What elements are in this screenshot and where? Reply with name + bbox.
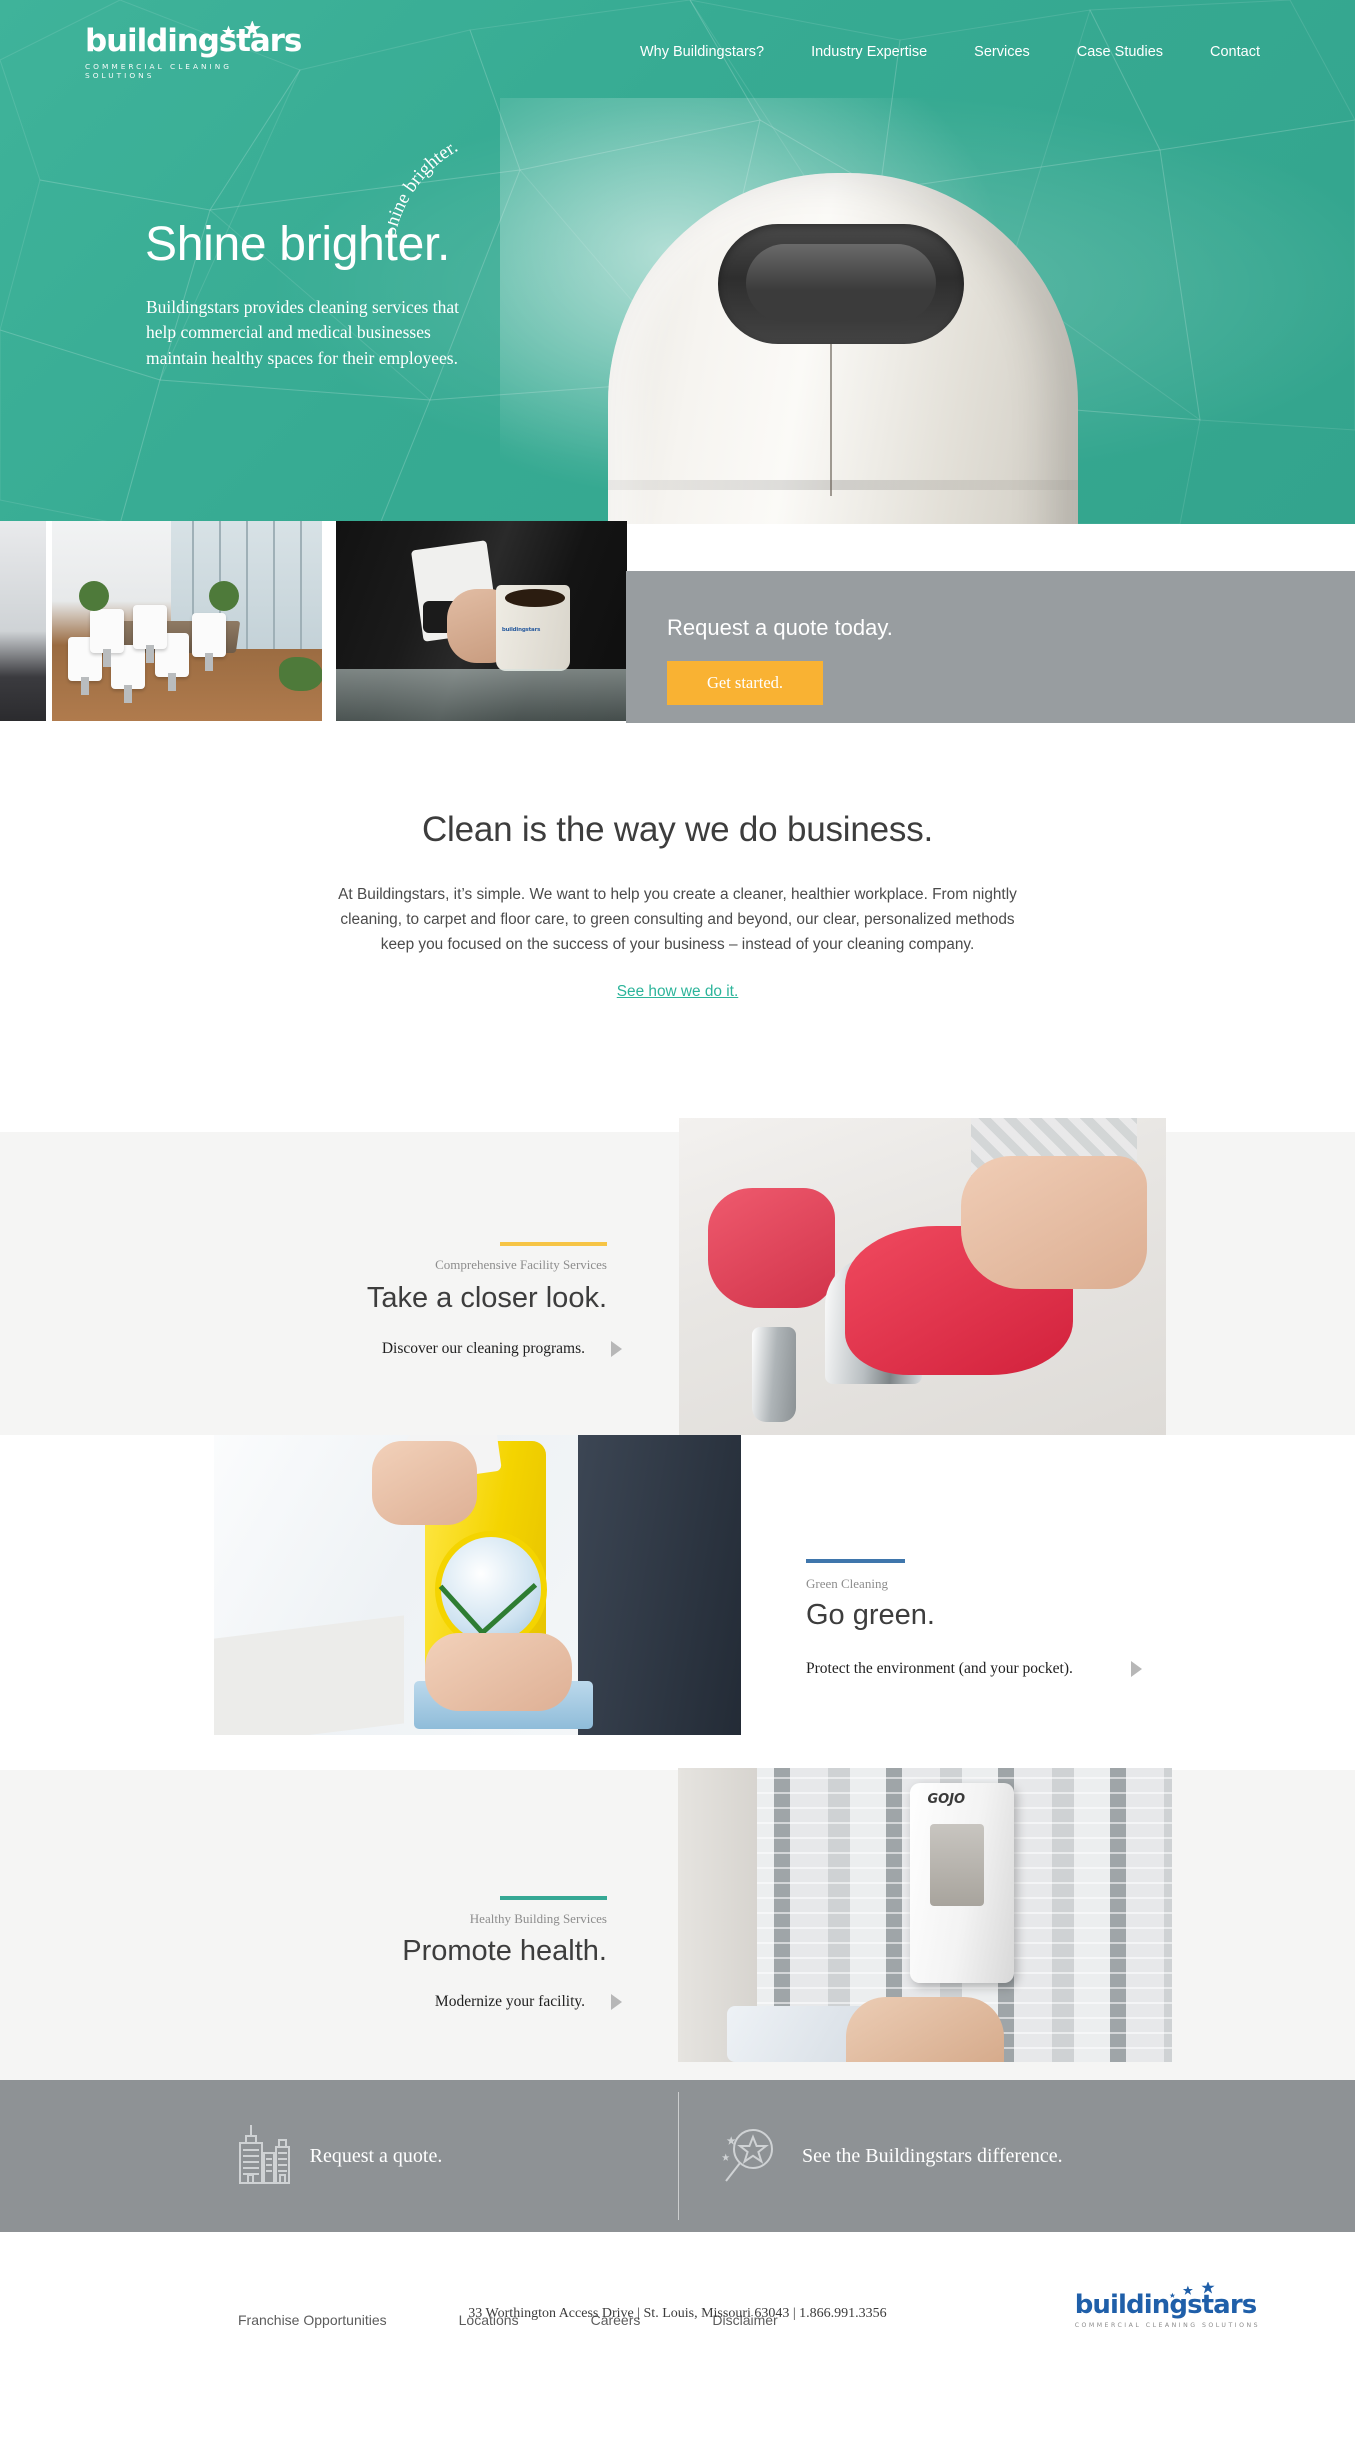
feature-link[interactable]: Modernize your facility. [300, 1993, 585, 2011]
trash-can-band [608, 480, 1078, 490]
magnifier-star-icon [721, 2129, 773, 2182]
footer-logo-tagline: COMMERCIAL CLEANING SOLUTIONS [1074, 2322, 1260, 2329]
hand-top [372, 1441, 478, 1525]
mug-logo-text: buildingstars [501, 627, 541, 633]
hand [961, 1156, 1147, 1290]
top-navigation: buildingstars COMMERCIAL CLEANING SOLUTI… [0, 0, 1355, 110]
feature-title: Promote health. [402, 1935, 607, 1967]
request-quote-banner: Request a quote today. Get started. [626, 571, 1355, 723]
nav-item-services[interactable]: Services [974, 44, 1030, 60]
feature-title: Take a closer look. [366, 1282, 607, 1314]
logo-tagline: COMMERCIAL CLEANING SOLUTIONS [85, 62, 232, 80]
faucet-tap [752, 1327, 796, 1423]
quote-banner-heading: Request a quote today. [667, 615, 893, 640]
feature-block-facility-services: Comprehensive Facility Services Take a c… [0, 1118, 1355, 1435]
feature-rule [500, 1242, 607, 1246]
coffee-surface [504, 589, 565, 607]
feature-rule [806, 1559, 905, 1563]
feature-kicker: Green Cleaning [806, 1576, 888, 1591]
page-root: Shine brighter. buildingstars COMMERCIAL… [0, 0, 1355, 2438]
cta-band: Request a quote. See the Buildingstars d… [0, 2080, 1355, 2232]
feature-arrow-icon[interactable] [611, 1341, 622, 1357]
feature-link[interactable]: Protect the environment (and your pocket… [806, 1660, 1073, 1678]
nav-links: Why Buildingstars? Industry Expertise Se… [593, 44, 1260, 60]
cta-label: Request a quote. [309, 2144, 443, 2167]
nav-item-case-studies[interactable]: Case Studies [1077, 44, 1163, 60]
feature-link[interactable]: Discover our cleaning programs. [300, 1340, 585, 1358]
feature-arrow-icon[interactable] [611, 1994, 622, 2010]
hero-product-image [500, 98, 1120, 524]
feature-block-green-cleaning: Green Cleaning Go green. Protect the env… [0, 1435, 1355, 1770]
feature-kicker: Healthy Building Services [469, 1911, 607, 1926]
hero-paragraph: Buildingstars provides cleaning services… [146, 296, 459, 369]
conference-room-image [52, 521, 322, 721]
get-started-button[interactable]: Get started. [667, 661, 823, 705]
feature-image-green-seal [214, 1435, 741, 1735]
feature-image-faucet [679, 1118, 1166, 1435]
feature-arrow-icon[interactable] [1131, 1661, 1142, 1677]
footer-logo-stars-icon [1169, 2282, 1215, 2298]
intro-heading: Clean is the way we do business. [421, 810, 934, 849]
cta-label: See the Buildingstars difference. [802, 2144, 1063, 2167]
nav-item-industry-expertise[interactable]: Industry Expertise [811, 44, 927, 60]
buildings-icon [238, 2125, 290, 2184]
footer-address: 33 Worthington Access Drive | St. Louis,… [468, 2306, 887, 2321]
feature-title: Go green. [806, 1599, 935, 1631]
hero-heading: Shine brighter. [145, 218, 451, 272]
header-logo[interactable]: buildingstars COMMERCIAL CLEANING SOLUTI… [85, 21, 302, 80]
intro-paragraph: At Buildingstars, it’s simple. We want t… [338, 886, 1017, 954]
trash-can-lid-inner [746, 244, 936, 322]
person-shirt [577, 1435, 741, 1735]
red-cloth-reflection [708, 1187, 835, 1309]
feature-block-healthy-building: GOJO Healthy Building Services Promote h… [0, 1768, 1355, 2080]
cta-request-quote[interactable]: Request a quote. [0, 2080, 678, 2232]
hero-photo-strip: buildingstars [0, 521, 627, 721]
photo-coffee-mug: buildingstars [336, 521, 627, 721]
footer: Franchise Opportunities Locations Career… [0, 2232, 1355, 2438]
feature-rule [500, 1896, 607, 1900]
dispenser-window [929, 1823, 985, 1907]
hero-section: Shine brighter. buildingstars COMMERCIAL… [0, 0, 1355, 524]
intro-section: Clean is the way we do business. At Buil… [0, 724, 1355, 1077]
trash-can-lid [718, 224, 964, 344]
hand-bottom [424, 1633, 573, 1711]
coffee-mug-image: buildingstars [336, 521, 627, 721]
gojo-logo: GOJO [927, 1791, 966, 1807]
see-how-we-do-it-link[interactable]: See how we do it. [617, 983, 739, 1001]
photo-conference-room [52, 521, 322, 721]
cta-see-difference[interactable]: See the Buildingstars difference. [678, 2080, 1355, 2232]
nav-item-why-buildingstars[interactable]: Why Buildingstars? [640, 44, 764, 60]
glass-table [336, 669, 627, 721]
open-hand [845, 1997, 1005, 2062]
desk-surface [214, 1615, 404, 1735]
nav-item-contact[interactable]: Contact [1210, 44, 1260, 60]
feature-image-soap-dispenser: GOJO [678, 1768, 1172, 2062]
photo-partial-left [0, 521, 46, 721]
feature-kicker: Comprehensive Facility Services [435, 1257, 607, 1272]
logo-stars-icon [206, 21, 261, 42]
shirt-sleeve [727, 2006, 866, 2062]
